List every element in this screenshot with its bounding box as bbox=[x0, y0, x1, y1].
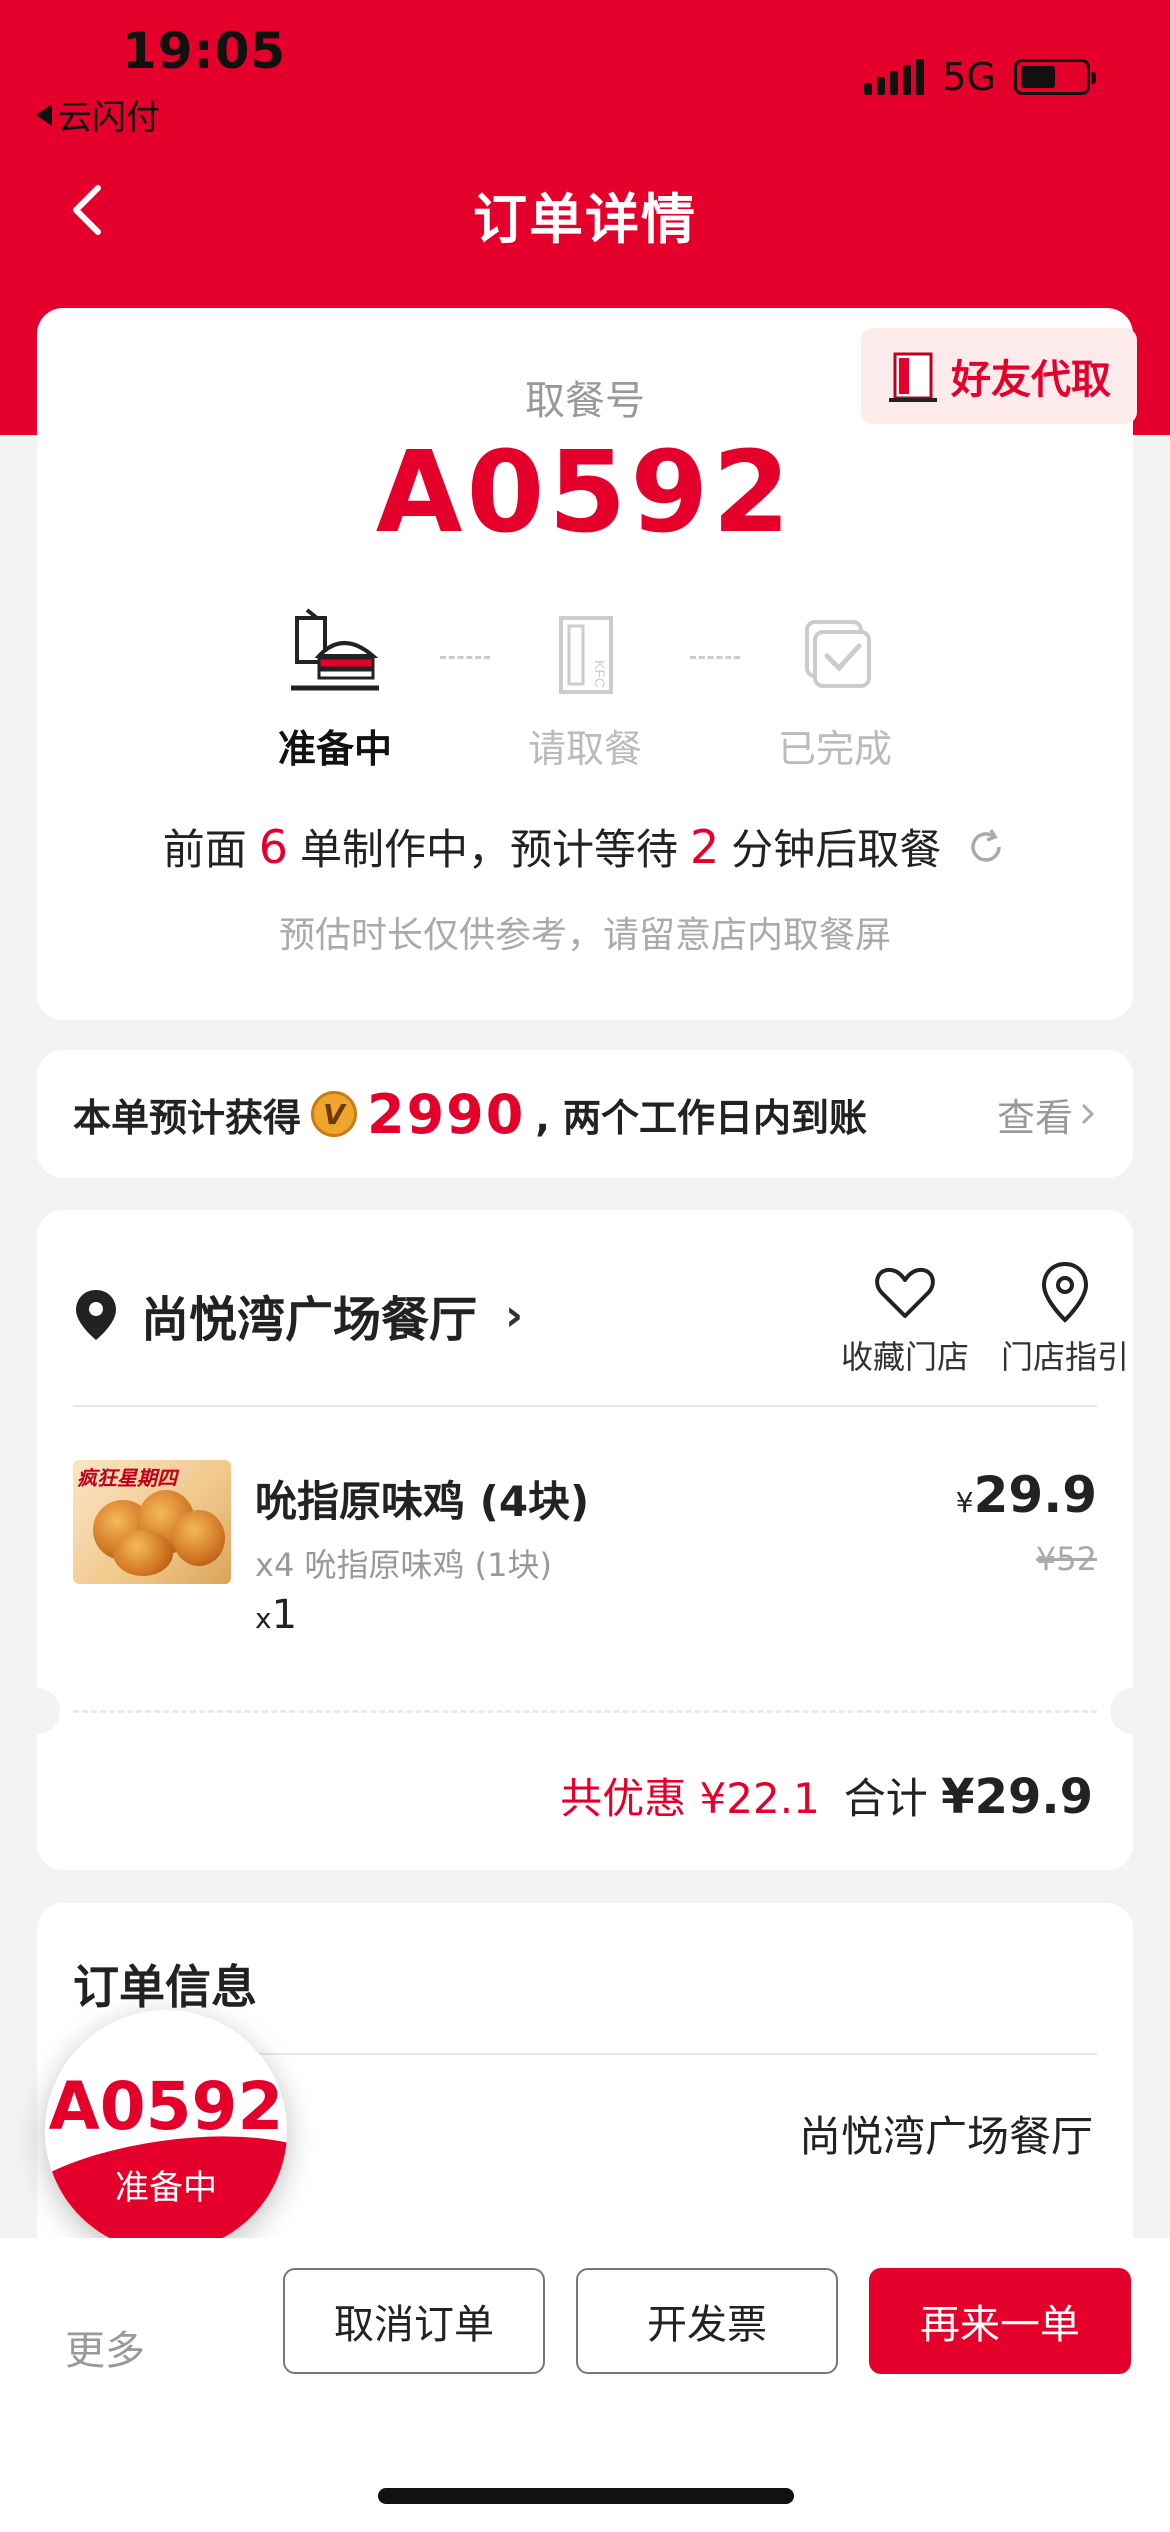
points-amount: 2990 bbox=[367, 1082, 526, 1146]
back-triangle-icon bbox=[36, 103, 52, 126]
qty-value: 1 bbox=[271, 1592, 298, 1638]
wait-prefix: 前面 bbox=[162, 825, 247, 874]
page-title: 订单详情 bbox=[473, 188, 697, 251]
order-card: 尚悦湾广场餐厅 › 收藏门店 门店指引 疯狂星期四 吮指原味鸡 (4块) x4 bbox=[14, 1210, 1156, 1870]
step-label: 准备中 bbox=[277, 727, 392, 771]
points-prefix: 本单预计获得 bbox=[73, 1095, 302, 1140]
pickup-number-label: 取餐号 bbox=[525, 378, 645, 424]
currency-symbol: ¥ bbox=[955, 1486, 974, 1519]
step-connector bbox=[440, 656, 490, 659]
floating-pickup-bubble[interactable]: A0592 准备中 bbox=[45, 2010, 287, 2252]
ticket-notch bbox=[14, 1688, 60, 1734]
total-value: ¥29.9 bbox=[941, 1769, 1093, 1825]
chicken-piece bbox=[173, 1510, 225, 1566]
progress-steps: 准备中 KFC 请取餐 已完成 bbox=[37, 608, 1133, 771]
step-label: 请取餐 bbox=[527, 727, 642, 771]
item-quantity: x1 bbox=[255, 1592, 297, 1638]
item-image: 疯狂星期四 bbox=[73, 1460, 231, 1584]
step-preparing: 准备中 bbox=[235, 608, 435, 773]
bubble-pickup-number: A0592 bbox=[48, 2068, 284, 2145]
points-suffix: , 两个工作日内到账 bbox=[535, 1095, 867, 1140]
wait-middle: 单制作中，预计等待 bbox=[299, 825, 678, 874]
price-value: 29.9 bbox=[973, 1466, 1097, 1524]
wait-suffix: 分钟后取餐 bbox=[731, 825, 942, 874]
order-info-title: 订单信息 bbox=[73, 1960, 257, 2014]
cancel-order-button[interactable]: 取消订单 bbox=[283, 2268, 545, 2374]
favorite-store-button[interactable]: 收藏门店 bbox=[835, 1260, 975, 1378]
status-time: 19:05 bbox=[122, 22, 287, 80]
store-directions-label: 门店指引 bbox=[1000, 1338, 1129, 1376]
more-button[interactable]: 更多 bbox=[65, 2318, 145, 2376]
total-row: 共优惠 ¥22.1 合计 ¥29.9 bbox=[560, 1765, 1093, 1826]
battery-icon bbox=[1014, 59, 1096, 95]
heart-icon bbox=[875, 1267, 935, 1318]
ticket-divider bbox=[73, 1710, 1097, 1713]
location-pin-icon bbox=[76, 1290, 116, 1340]
reorder-button[interactable]: 再来一单 bbox=[869, 2268, 1131, 2374]
points-view-label: 查看 bbox=[996, 1095, 1073, 1140]
chevron-right-icon: › bbox=[505, 1289, 524, 1341]
item-original-price: ¥52 bbox=[1035, 1540, 1097, 1578]
store-directions-button[interactable]: 门店指引 bbox=[995, 1260, 1135, 1378]
orders-ahead-count: 6 bbox=[258, 819, 288, 874]
back-to-app[interactable]: 云闪付 bbox=[36, 90, 160, 139]
chicken-piece bbox=[113, 1530, 173, 1576]
discount-total: 共优惠 ¥22.1 bbox=[560, 1774, 820, 1823]
total-label: 合计 bbox=[843, 1774, 928, 1823]
ticket-notch bbox=[1110, 1688, 1156, 1734]
wait-estimate: 前面 6 单制作中，预计等待 2 分钟后取餐 bbox=[37, 816, 1133, 877]
step-connector bbox=[690, 656, 740, 659]
chevron-right-icon bbox=[1081, 1103, 1095, 1125]
step-ready: KFC 请取餐 bbox=[485, 608, 685, 773]
invoice-button[interactable]: 开发票 bbox=[576, 2268, 838, 2374]
store-row: 尚悦湾广场餐厅 › 收藏门店 门店指引 bbox=[73, 1260, 1129, 1380]
order-info-store: 尚悦湾广场餐厅 bbox=[798, 2112, 1093, 2161]
location-pin-icon bbox=[1041, 1261, 1089, 1323]
completed-check-icon bbox=[805, 620, 871, 688]
points-view-link[interactable]: 查看 bbox=[997, 1087, 1097, 1142]
item-subtitle: x4 吮指原味鸡 (1块) bbox=[255, 1546, 552, 1584]
qty-x: x bbox=[255, 1602, 272, 1635]
order-item: 疯狂星期四 吮指原味鸡 (4块) x4 吮指原味鸡 (1块) x1 ¥29.9 … bbox=[73, 1460, 1097, 1660]
svg-text:KFC: KFC bbox=[592, 660, 608, 688]
points-text: 本单预计获得 V 2990 , 两个工作日内到账 bbox=[73, 1083, 867, 1146]
item-name: 吮指原味鸡 (4块) bbox=[255, 1477, 590, 1526]
refresh-icon[interactable] bbox=[965, 826, 1007, 868]
store-link[interactable]: 尚悦湾广场餐厅 › bbox=[73, 1280, 523, 1350]
network-label: 5G bbox=[942, 55, 996, 99]
wait-note: 预估时长仅供参考，请留意店内取餐屏 bbox=[278, 915, 891, 956]
signal-icon bbox=[864, 59, 925, 95]
battery-level bbox=[1021, 66, 1056, 88]
item-price: ¥29.9 bbox=[956, 1466, 1097, 1524]
v-coin-icon: V bbox=[311, 1091, 358, 1137]
kfc-bag-outline-icon: KFC bbox=[559, 616, 613, 694]
back-app-label: 云闪付 bbox=[58, 98, 160, 138]
pickup-card: 好友代取 取餐号 A0592 准备中 KFC 请取餐 已完成 前面 6 单制作中… bbox=[37, 308, 1137, 1020]
item-image-tag: 疯狂星期四 bbox=[77, 1466, 177, 1490]
divider bbox=[73, 1405, 1097, 1407]
step-done: 已完成 bbox=[735, 608, 935, 773]
burger-tray-icon bbox=[291, 608, 379, 691]
wait-minutes: 2 bbox=[690, 819, 720, 874]
favorite-store-label: 收藏门店 bbox=[840, 1338, 969, 1376]
step-label: 已完成 bbox=[777, 727, 892, 771]
store-name: 尚悦湾广场餐厅 bbox=[141, 1292, 478, 1348]
status-indicators: 5G bbox=[864, 55, 1096, 99]
pickup-number: A0592 bbox=[375, 428, 795, 558]
bubble-status: 准备中 bbox=[115, 2168, 217, 2208]
home-indicator bbox=[378, 2488, 794, 2504]
points-card[interactable]: 本单预计获得 V 2990 , 两个工作日内到账 查看 bbox=[37, 1050, 1133, 1178]
